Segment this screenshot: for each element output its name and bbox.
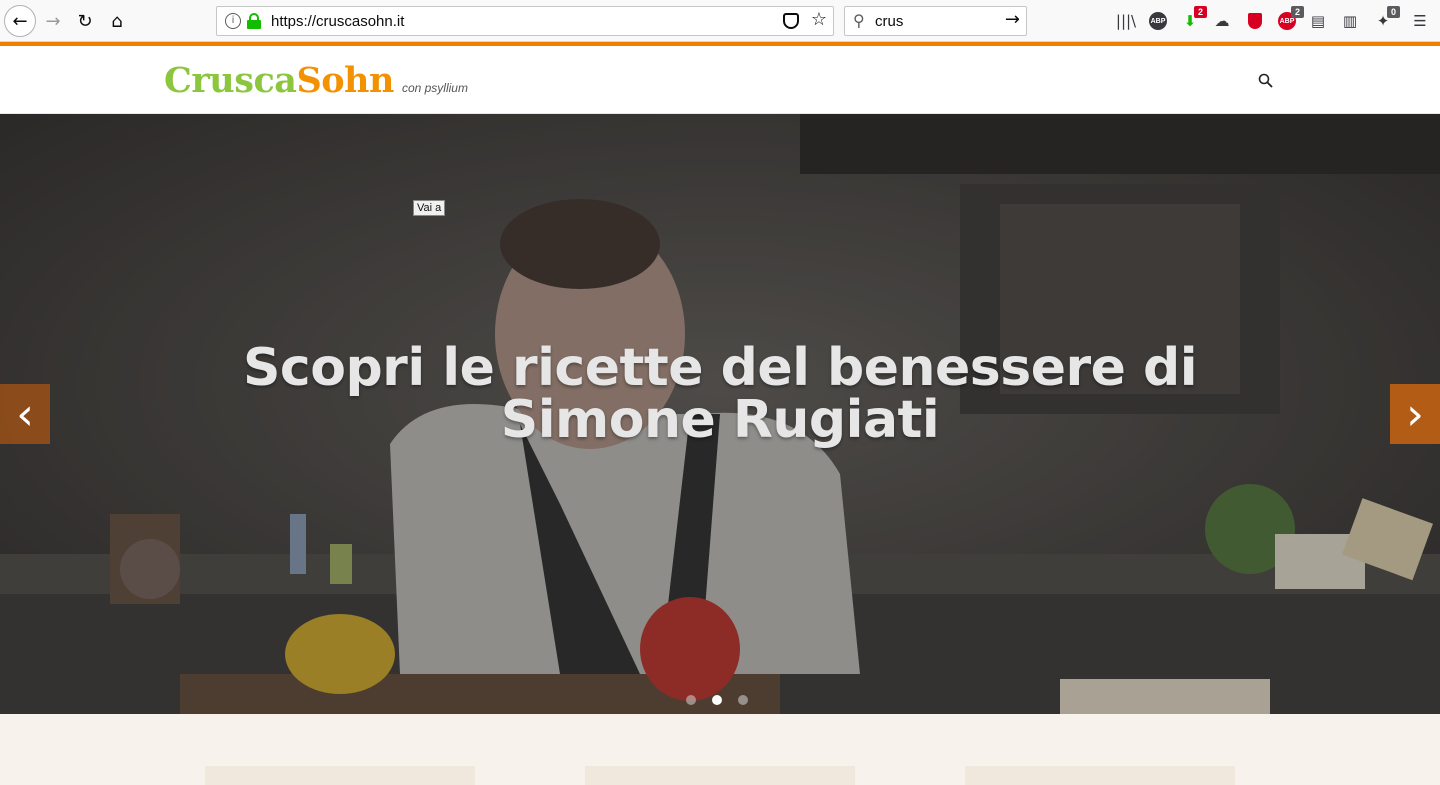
abp-icon[interactable]: ABP [1147,10,1169,32]
browser-toolbar: ← → ↻ ⌂ i https://cruscasohn.it ••• ☆ ⚲ … [0,0,1440,42]
pocket-icon[interactable] [783,13,799,29]
hero-title-line2: Simone Rugiati [500,390,940,450]
download-badge: 2 [1194,6,1207,18]
hero-title: Scopri le ricette del benessere di Simon… [200,342,1240,446]
reload-button[interactable]: ↻ [70,6,100,36]
content-card[interactable] [585,766,855,785]
content-card[interactable] [965,766,1235,785]
search-go-icon[interactable]: → [1005,9,1020,30]
lock-icon[interactable] [247,13,261,29]
site-header: Crusca Sohn con psyllium [0,46,1440,114]
hero-title-line1: Scopri le ricette del benessere di [242,338,1198,398]
slider-dot-2[interactable] [712,695,722,705]
extension-icon[interactable]: ▤ [1307,10,1329,32]
forward-button[interactable]: → [38,6,68,36]
reader-icon[interactable]: ▥ [1339,10,1361,32]
home-button[interactable]: ⌂ [102,6,132,36]
chevron-left-icon: ‹ [16,388,34,440]
abp-red-icon[interactable]: ABP 2 [1276,6,1304,32]
extension-badge: 0 [1387,6,1400,18]
bookmark-star-icon[interactable]: ☆ [811,9,827,30]
back-arrow-icon: ← [12,10,28,32]
hero-slider: Scopri le ricette del benessere di Simon… [0,114,1440,714]
logo-sohn: Sohn [296,60,394,101]
slider-dots [686,695,748,705]
slider-prev-button[interactable]: ‹ [0,384,50,444]
content-area [0,714,1440,785]
cloud-icon[interactable]: ☁ [1211,10,1233,32]
shield-icon[interactable] [1244,10,1266,32]
magnifier-icon: ⚲ [853,11,865,30]
slider-dot-1[interactable] [686,695,696,705]
abp-badge: 2 [1291,6,1304,18]
url-text[interactable]: https://cruscasohn.it [271,13,404,30]
url-bar[interactable]: i https://cruscasohn.it ••• ☆ [216,6,922,36]
info-icon[interactable]: i [225,13,241,29]
chevron-right-icon: › [1406,388,1424,440]
browser-search-input[interactable] [875,11,995,31]
download-icon[interactable]: ⬇ 2 [1179,6,1207,32]
library-icon[interactable]: |||\ [1115,10,1137,32]
browser-search-bar[interactable]: ⚲ → [844,6,1027,36]
slider-next-button[interactable]: › [1390,384,1440,444]
home-icon: ⌂ [111,10,123,32]
puzzle-icon[interactable]: ✦ 0 [1372,6,1400,32]
slider-dot-3[interactable] [738,695,748,705]
tooltip: Vai a [413,200,446,216]
search-icon[interactable] [1258,73,1273,88]
logo-crusca: Crusca [164,60,297,101]
logo-tagline: con psyllium [401,81,468,95]
content-card[interactable] [205,766,475,785]
menu-icon[interactable]: ☰ [1409,10,1431,32]
reload-icon: ↻ [77,10,93,32]
site-logo[interactable]: Crusca Sohn con psyllium [164,60,468,104]
back-button[interactable]: ← [4,5,36,37]
forward-arrow-icon: → [45,10,61,32]
